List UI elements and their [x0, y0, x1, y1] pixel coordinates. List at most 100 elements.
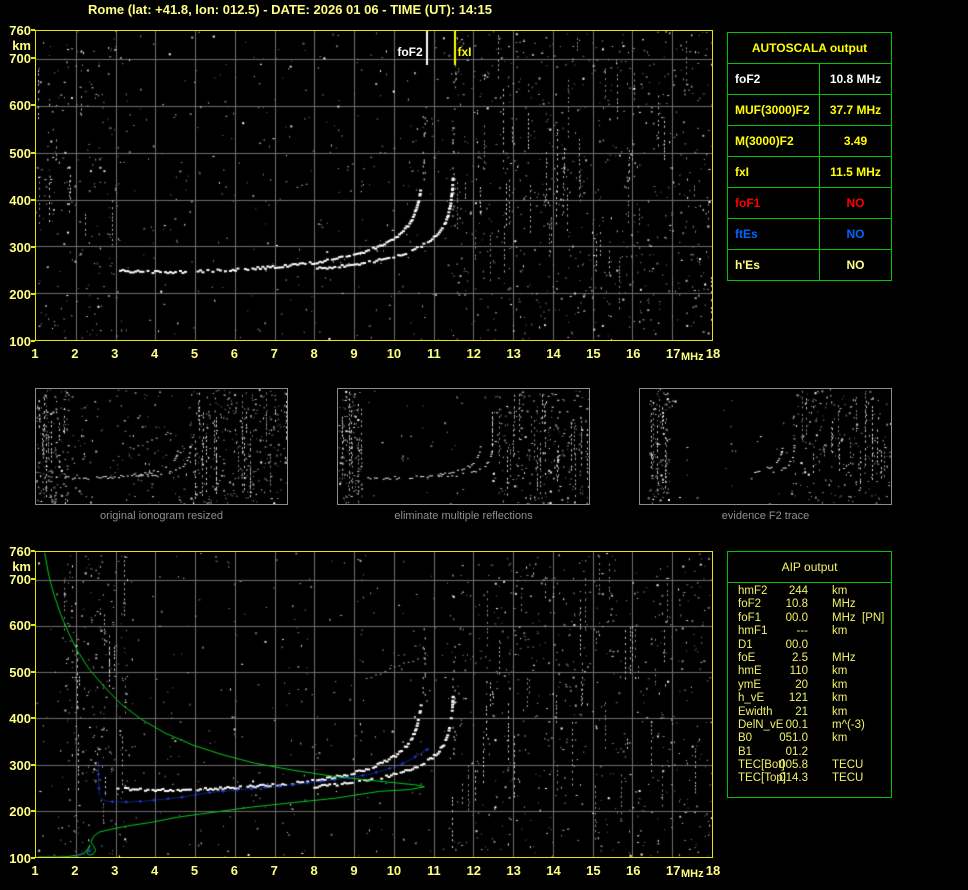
- panel-caption-evidence: evidence F2 trace: [721, 510, 810, 522]
- aip-param-unit: m^(-3): [832, 718, 865, 731]
- autoscala-param-label: MUF(3000)F2: [728, 95, 820, 125]
- y-tick-mark: [31, 577, 35, 580]
- y-tick-label: 200: [9, 286, 31, 302]
- autoscala-row: ftEs NO: [728, 219, 891, 250]
- aip-row: foE 2.5 MHz: [728, 652, 891, 665]
- aip-param-value: 110: [789, 665, 808, 678]
- aip-param-value: 00.0: [785, 638, 808, 651]
- y-tick-mark: [31, 29, 35, 31]
- aip-row: foF1 00.0 MHz [PN]: [728, 612, 891, 625]
- aip-row: TEC[Bot] 005.8 TECU: [728, 759, 891, 772]
- aip-param-value: 051.0: [779, 732, 808, 745]
- top-ionogram-canvas: [36, 31, 712, 340]
- y-tick-mark: [31, 340, 35, 342]
- aip-row: DelN_vE 00.1 m^(-3): [728, 719, 891, 732]
- panel-caption-eliminate: eliminate multiple reflections: [394, 510, 533, 522]
- aip-param-value: 2.5: [792, 651, 808, 664]
- x-tick-label: 5: [190, 863, 199, 878]
- panel-evidence-f2: [639, 388, 892, 505]
- autoscala-param-value: 11.5 MHz: [830, 165, 881, 179]
- x-tick-label: 3: [111, 346, 119, 361]
- autoscala-row: M(3000)F2 3.49: [728, 126, 891, 157]
- aip-param-value: 21: [795, 705, 808, 718]
- aip-param-unit: km: [832, 585, 848, 597]
- aip-param-value: 014.3: [779, 772, 808, 785]
- aip-param-label: B0: [738, 732, 753, 745]
- x-tick-label: 2: [71, 346, 79, 361]
- aip-row: ymE 20 km: [728, 679, 891, 692]
- bottom-profile-plot: [35, 551, 713, 858]
- aip-table-rows: hmF2 244 km foF2 10.8 MHz foF1 00.0 MHz [PN] hmF1-…: [728, 585, 891, 795]
- aip-param-value: 244: [788, 585, 808, 597]
- autoscala-param-label: h'Es: [728, 250, 820, 280]
- top-ionogram-plot: [35, 30, 713, 341]
- aip-table-title: AIP output: [728, 552, 891, 583]
- autoscala-table-title: AUTOSCALA output: [728, 33, 891, 64]
- y-tick-label: 760: [9, 23, 31, 38]
- aip-param-label: D1: [738, 638, 753, 651]
- fxi-marker-label: fxI: [457, 45, 472, 59]
- aip-row: h_vE 121 km: [728, 692, 891, 705]
- x-tick-label: 4: [151, 863, 159, 878]
- aip-row: Ewidth 21 km: [728, 706, 891, 719]
- aip-param-unit: km: [832, 705, 848, 718]
- aip-param-value: 121: [788, 692, 808, 705]
- x-tick-label: 9: [350, 863, 358, 878]
- autoscala-param-value: NO: [846, 258, 865, 272]
- aip-param-unit: km: [832, 692, 848, 705]
- aip-param-value: 00.1: [785, 718, 808, 731]
- x-tick-label: 14: [546, 346, 561, 361]
- x-tick-label: 8: [310, 346, 318, 361]
- aip-row: hmF1 --- km: [728, 625, 891, 638]
- x-tick-label: 12: [466, 863, 481, 878]
- autoscala-param-value: NO: [846, 227, 865, 241]
- autoscala-param-label: foF1: [728, 188, 820, 218]
- y-tick-label: 700: [9, 51, 31, 67]
- aip-row: B1 01.2: [728, 746, 891, 759]
- y-tick-label: 400: [9, 192, 31, 208]
- y-tick-mark: [31, 763, 35, 766]
- aip-param-value: 10.8: [785, 598, 808, 611]
- aip-param-value: 005.8: [779, 759, 808, 772]
- autoscala-param-value: 3.49: [843, 134, 868, 148]
- autoscala-row: h'Es NO: [728, 250, 891, 280]
- aip-param-value: 01.2: [785, 745, 808, 758]
- y-tick-label: 600: [9, 618, 31, 634]
- x-tick-label: 18: [705, 863, 721, 878]
- aip-table: AIP output hmF2 244 km foF2 10.8 MHz foF1 00.0 M…: [727, 551, 892, 798]
- y-tick-label: 700: [9, 571, 31, 587]
- y-tick-label: 200: [9, 804, 31, 820]
- autoscala-param-value: 10.8 MHz: [829, 72, 882, 86]
- x-tick-label: 15: [586, 863, 601, 878]
- x-tick-label: 4: [151, 346, 159, 361]
- fof2-marker-label: foF2: [397, 45, 423, 59]
- aip-param-value: 00.0: [785, 611, 808, 624]
- y-tick-label: 600: [9, 98, 31, 114]
- x-tick-label: 13: [506, 346, 521, 361]
- aip-row: D1 00.0: [728, 639, 891, 652]
- aip-row: B0 051.0 km: [728, 732, 891, 745]
- aip-param-unit: MHz: [832, 611, 856, 624]
- autoscala-param-value: 37.7 MHz: [829, 103, 882, 117]
- aip-param-label: B1: [738, 745, 753, 758]
- x-tick-label: 16: [626, 863, 641, 878]
- panel-eliminate-canvas: [338, 389, 589, 504]
- x-tick-label: 15: [586, 346, 601, 361]
- aip-row: hmF2 244 km: [728, 585, 891, 598]
- y-tick-mark: [31, 717, 35, 720]
- x-axis-unit-label: MHz: [681, 868, 704, 880]
- x-tick-label: 1: [31, 863, 39, 878]
- y-tick-mark: [31, 292, 35, 295]
- y-tick-mark: [31, 857, 35, 859]
- y-tick-mark: [31, 198, 35, 201]
- x-tick-label: 7: [270, 346, 278, 361]
- aip-row: TEC[Top] 014.3 TECU: [728, 772, 891, 785]
- autoscala-param-label: fxI: [728, 157, 820, 187]
- autoscala-param-label: ftEs: [728, 219, 820, 249]
- x-tick-label: 9: [350, 346, 358, 361]
- y-tick-mark: [31, 245, 35, 248]
- x-tick-label: 12: [466, 346, 481, 361]
- page-title: Rome (lat: +41.8, lon: 012.5) - DATE: 20…: [88, 2, 492, 17]
- y-tick-mark: [31, 57, 35, 60]
- y-tick-label: 300: [9, 757, 31, 773]
